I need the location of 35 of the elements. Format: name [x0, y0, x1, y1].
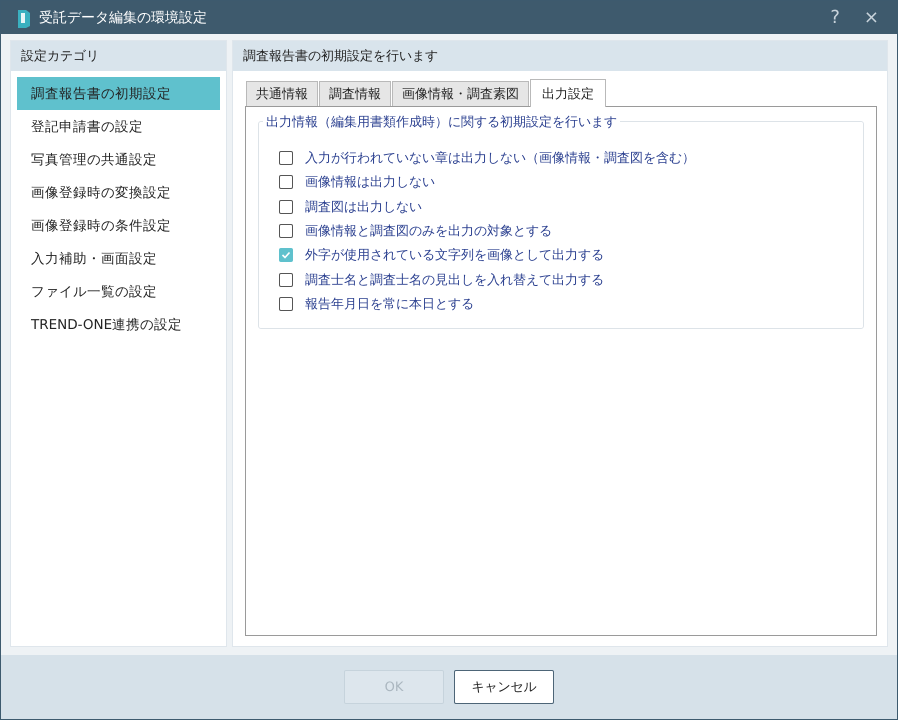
sidebar-item[interactable]: 調査報告書の初期設定 [17, 77, 220, 110]
tab[interactable]: 画像情報・調査素図 [392, 81, 529, 106]
option-label[interactable]: 報告年月日を常に本日とする [305, 294, 474, 313]
option-label[interactable]: 入力が行われていない章は出力しない（画像情報・調査図を含む） [305, 149, 695, 168]
sidebar-header: 設定カテゴリ [11, 41, 226, 71]
tab[interactable]: 共通情報 [246, 81, 318, 106]
checkbox[interactable] [279, 200, 293, 214]
sidebar-item[interactable]: TREND-ONE連携の設定 [17, 308, 220, 341]
sidebar-item[interactable]: 入力補助・画面設定 [17, 242, 220, 275]
option-label[interactable]: 画像情報は出力しない [305, 173, 435, 192]
panel-header: 調査報告書の初期設定を行います [233, 41, 887, 71]
window-title: 受託データ編集の環境設定 [39, 8, 208, 26]
sidebar-item[interactable]: ファイル一覧の設定 [17, 275, 220, 308]
tab[interactable]: 調査情報 [319, 81, 391, 106]
tab[interactable]: 出力設定 [530, 79, 606, 107]
sidebar-item[interactable]: 画像登録時の条件設定 [17, 209, 220, 242]
checkbox[interactable] [279, 224, 293, 238]
sidebar-item[interactable]: 画像登録時の変換設定 [17, 176, 220, 209]
checkbox[interactable] [279, 151, 293, 166]
checkbox[interactable] [279, 175, 293, 190]
close-button[interactable]: × [856, 7, 887, 28]
dialog-button[interactable]: キャンセル [454, 670, 554, 704]
checkbox[interactable] [279, 272, 293, 287]
sidebar-item[interactable]: 写真管理の共通設定 [17, 143, 220, 176]
option-label[interactable]: 画像情報と調査図のみを出力の対象とする [305, 222, 552, 240]
group-title: 出力情報（編集用書類作成時）に関する初期設定を行います [263, 113, 620, 131]
checkbox[interactable] [279, 248, 293, 262]
option-label[interactable]: 調査士名と調査士名の見出しを入れ替えて出力する [305, 270, 604, 289]
option-label[interactable]: 調査図は出力しない [305, 198, 422, 216]
sidebar-item[interactable]: 登記申請書の設定 [17, 110, 220, 143]
check-icon [281, 250, 291, 260]
app-logo-icon [17, 8, 31, 28]
help-button[interactable]: ? [822, 7, 848, 28]
checkbox[interactable] [279, 296, 293, 311]
option-label[interactable]: 外字が使用されている文字列を画像として出力する [305, 246, 604, 264]
